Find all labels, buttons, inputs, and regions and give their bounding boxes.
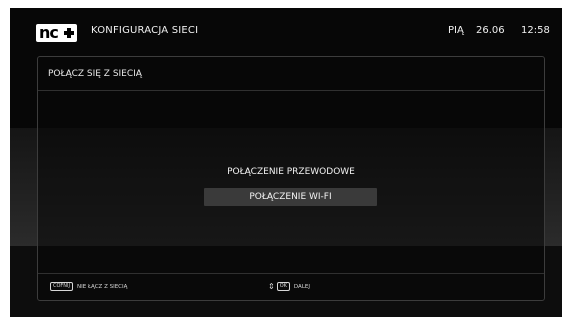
next-hint-label: DALEJ [293,283,310,290]
nc-plus-logo: nc [36,24,77,42]
header-time: 12:58 [521,25,550,36]
divider [38,273,544,274]
header-date: 26.06 [476,25,505,36]
page-title: KONFIGURACJA SIECI [91,25,199,36]
ok-key-icon: OK [276,282,290,291]
dialog-title: POŁĄCZ SIĘ Z SIECIĄ [48,69,142,79]
back-hint-label: NIE ŁĄCZ Z SIECIĄ [77,283,128,290]
logo-text: nc [36,24,61,42]
next-hint[interactable]: ⇕ OK DALEJ [268,281,310,292]
option-wired-connection[interactable]: POŁĄCZENIE PRZEWODOWE [191,167,391,177]
divider [38,90,544,91]
plus-icon [60,24,77,42]
back-key-icon: COFNIJ [50,282,73,291]
up-down-arrows-icon: ⇕ [268,281,275,291]
tv-screen: nc KONFIGURACJA SIECI PIĄ 26.06 12:58 PO… [10,8,562,317]
option-wifi-connection[interactable]: POŁĄCZENIE WI-FI [204,188,377,206]
network-dialog: POŁĄCZ SIĘ Z SIECIĄ POŁĄCZENIE PRZEWODOW… [37,56,545,301]
back-hint[interactable]: COFNIJ NIE ŁĄCZ Z SIECIĄ [50,281,127,292]
header-bar: nc KONFIGURACJA SIECI PIĄ 26.06 12:58 [10,8,562,50]
header-day: PIĄ [448,25,464,36]
